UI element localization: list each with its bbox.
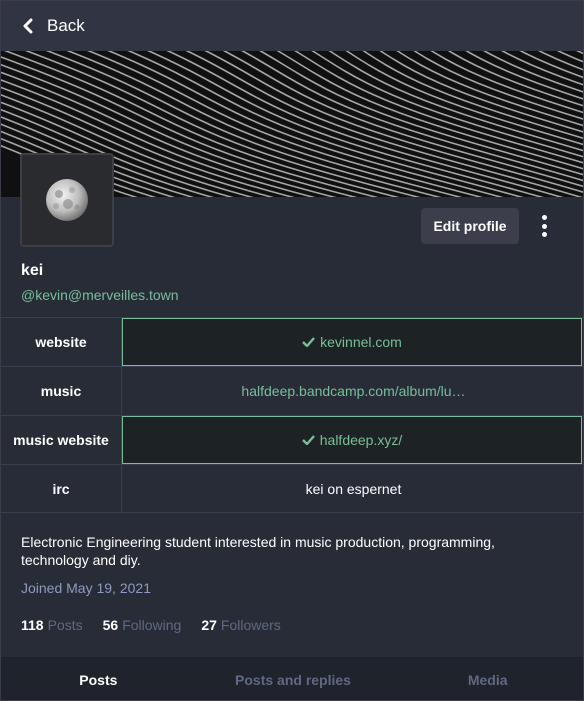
tab-posts-and-replies[interactable]: Posts and replies (196, 657, 391, 700)
field-value: kevinnel.com (122, 318, 582, 366)
profile-page: Back Edit profile kei @kevin@merveilles.… (0, 0, 584, 701)
account-handle: @kevin@merveilles.town (21, 287, 179, 303)
field-row: music website halfdeep.xyz/ (1, 415, 583, 464)
check-icon (301, 435, 315, 445)
field-link[interactable]: halfdeep.xyz/ (320, 432, 403, 448)
field-row: irc kei on espernet (1, 464, 583, 513)
profile-tabs: Posts Posts and replies Media (1, 657, 583, 700)
field-link[interactable]: kevinnel.com (320, 334, 402, 350)
tab-posts[interactable]: Posts (1, 657, 196, 700)
following-count[interactable]: 56 Following (103, 617, 182, 633)
edit-profile-button[interactable]: Edit profile (421, 208, 519, 244)
tab-media[interactable]: Media (390, 657, 583, 700)
field-value: halfdeep.bandcamp.com/album/lu… (122, 367, 583, 415)
field-value: kei on espernet (305, 480, 402, 497)
posts-count-label: Posts (47, 617, 83, 633)
profile-fields: website kevinnel.com music halfdeep.band… (1, 317, 583, 513)
field-name: music website (1, 416, 122, 464)
field-name: music (1, 367, 122, 415)
joined-date: Joined May 19, 2021 (21, 580, 151, 596)
avatar[interactable] (20, 153, 114, 247)
back-button[interactable]: Back (1, 1, 583, 51)
followers-count-number: 27 (201, 617, 217, 633)
field-row: music halfdeep.bandcamp.com/album/lu… (1, 366, 583, 415)
field-link[interactable]: halfdeep.bandcamp.com/album/lu… (241, 383, 465, 399)
field-row: website kevinnel.com (1, 317, 583, 366)
posts-count-number: 118 (21, 617, 44, 633)
display-name: kei (21, 262, 44, 279)
following-count-number: 56 (102, 617, 119, 633)
back-label: Back (47, 16, 85, 35)
chevron-left-icon (23, 18, 33, 34)
check-icon (302, 337, 316, 347)
followers-count[interactable]: 27 Followers (201, 617, 280, 633)
field-name: website (1, 318, 122, 366)
profile-bio: Electronic Engineering student intereste… (21, 534, 495, 568)
posts-count[interactable]: 118 Posts (21, 617, 83, 633)
field-value: halfdeep.xyz/ (122, 416, 582, 464)
following-count-label: Following (122, 617, 182, 633)
profile-counts: 118 Posts 56 Following 27 Followers (21, 617, 301, 633)
moon-avatar-image (46, 179, 88, 221)
followers-count-label: Followers (220, 617, 281, 633)
field-name: irc (1, 465, 122, 512)
kebab-menu-icon[interactable] (534, 213, 554, 239)
